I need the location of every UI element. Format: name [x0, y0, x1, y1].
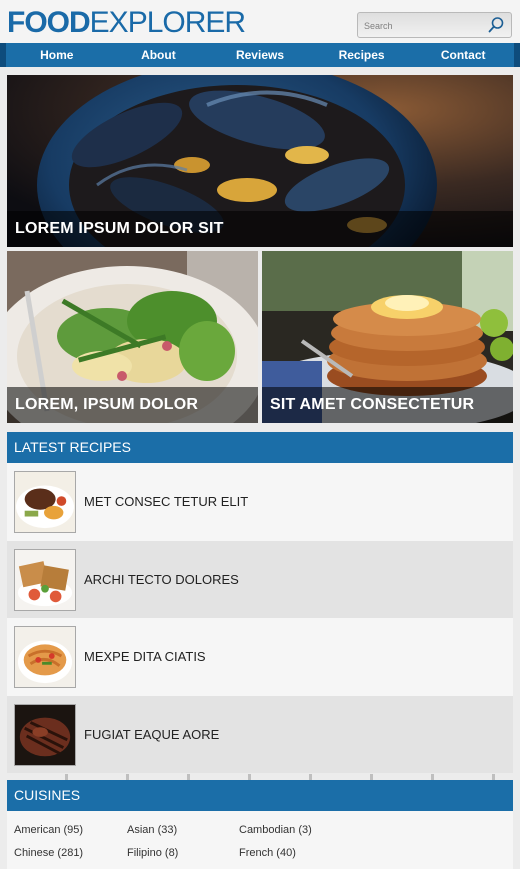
search-input[interactable]: [364, 17, 484, 34]
hero-caption-right: SIT AMET CONSECTETUR: [262, 387, 513, 423]
recipe-item[interactable]: ARCHI TECTO DOLORES: [7, 540, 513, 618]
latest-recipes-list: MET CONSEC TETUR ELIT ARCHI TECTO DOLORE…: [7, 463, 513, 773]
cuisine-link-filipino[interactable]: Filipino (8): [127, 847, 178, 859]
recipe-title: ARCHI TECTO DOLORES: [84, 571, 239, 587]
cuisine-link-cambodian[interactable]: Cambodian (3): [239, 824, 312, 836]
cuisine-link-american[interactable]: American (95): [14, 824, 83, 836]
cuisine-link-chinese[interactable]: Chinese (281): [14, 847, 83, 859]
main-nav: Home About Reviews Recipes Contact: [0, 43, 520, 67]
hero-tile-right[interactable]: SIT AMET CONSECTETUR: [262, 251, 513, 423]
steak-plate-thumb: [14, 471, 76, 533]
recipe-item[interactable]: MET CONSEC TETUR ELIT: [7, 463, 513, 541]
hero-caption-left: LOREM, IPSUM DOLOR: [7, 387, 258, 423]
site-header: FOODEXPLORER: [0, 0, 520, 43]
recipe-item[interactable]: MEXPE DITA CIATIS: [7, 618, 513, 696]
cuisines-list: American (95) Asian (33) Cambodian (3) C…: [7, 811, 513, 869]
nav-home[interactable]: Home: [6, 43, 108, 67]
recipe-item[interactable]: FUGIAT EAQUE AORE: [7, 695, 513, 773]
search-box: [357, 12, 512, 38]
recipe-title: MET CONSEC TETUR ELIT: [84, 494, 249, 509]
nav-recipes[interactable]: Recipes: [311, 43, 413, 67]
cuisines-heading: CUISINES: [7, 780, 513, 811]
site-logo[interactable]: FOODEXPLORER: [7, 6, 246, 40]
hero-caption-main: LOREM IPSUM DOLOR SIT: [7, 211, 513, 247]
recipe-title: FUGIAT EAQUE AORE: [84, 726, 220, 742]
nav-about[interactable]: About: [108, 43, 210, 67]
hero-tile-main[interactable]: LOREM IPSUM DOLOR SIT: [7, 75, 513, 247]
cuisine-link-french[interactable]: French (40): [239, 847, 296, 859]
recipe-title: MEXPE DITA CIATIS: [84, 649, 206, 664]
grilled-steak-thumb: [14, 703, 76, 766]
latest-recipes-heading: LATEST RECIPES: [7, 432, 513, 463]
nav-contact[interactable]: Contact: [412, 43, 514, 67]
sandwich-thumb: [14, 548, 76, 611]
pasta-thumb: [14, 626, 76, 688]
search-icon[interactable]: [487, 16, 505, 34]
hero-tile-left[interactable]: LOREM, IPSUM DOLOR: [7, 251, 258, 423]
cuisine-link-asian[interactable]: Asian (33): [127, 824, 177, 836]
nav-reviews[interactable]: Reviews: [209, 43, 311, 67]
